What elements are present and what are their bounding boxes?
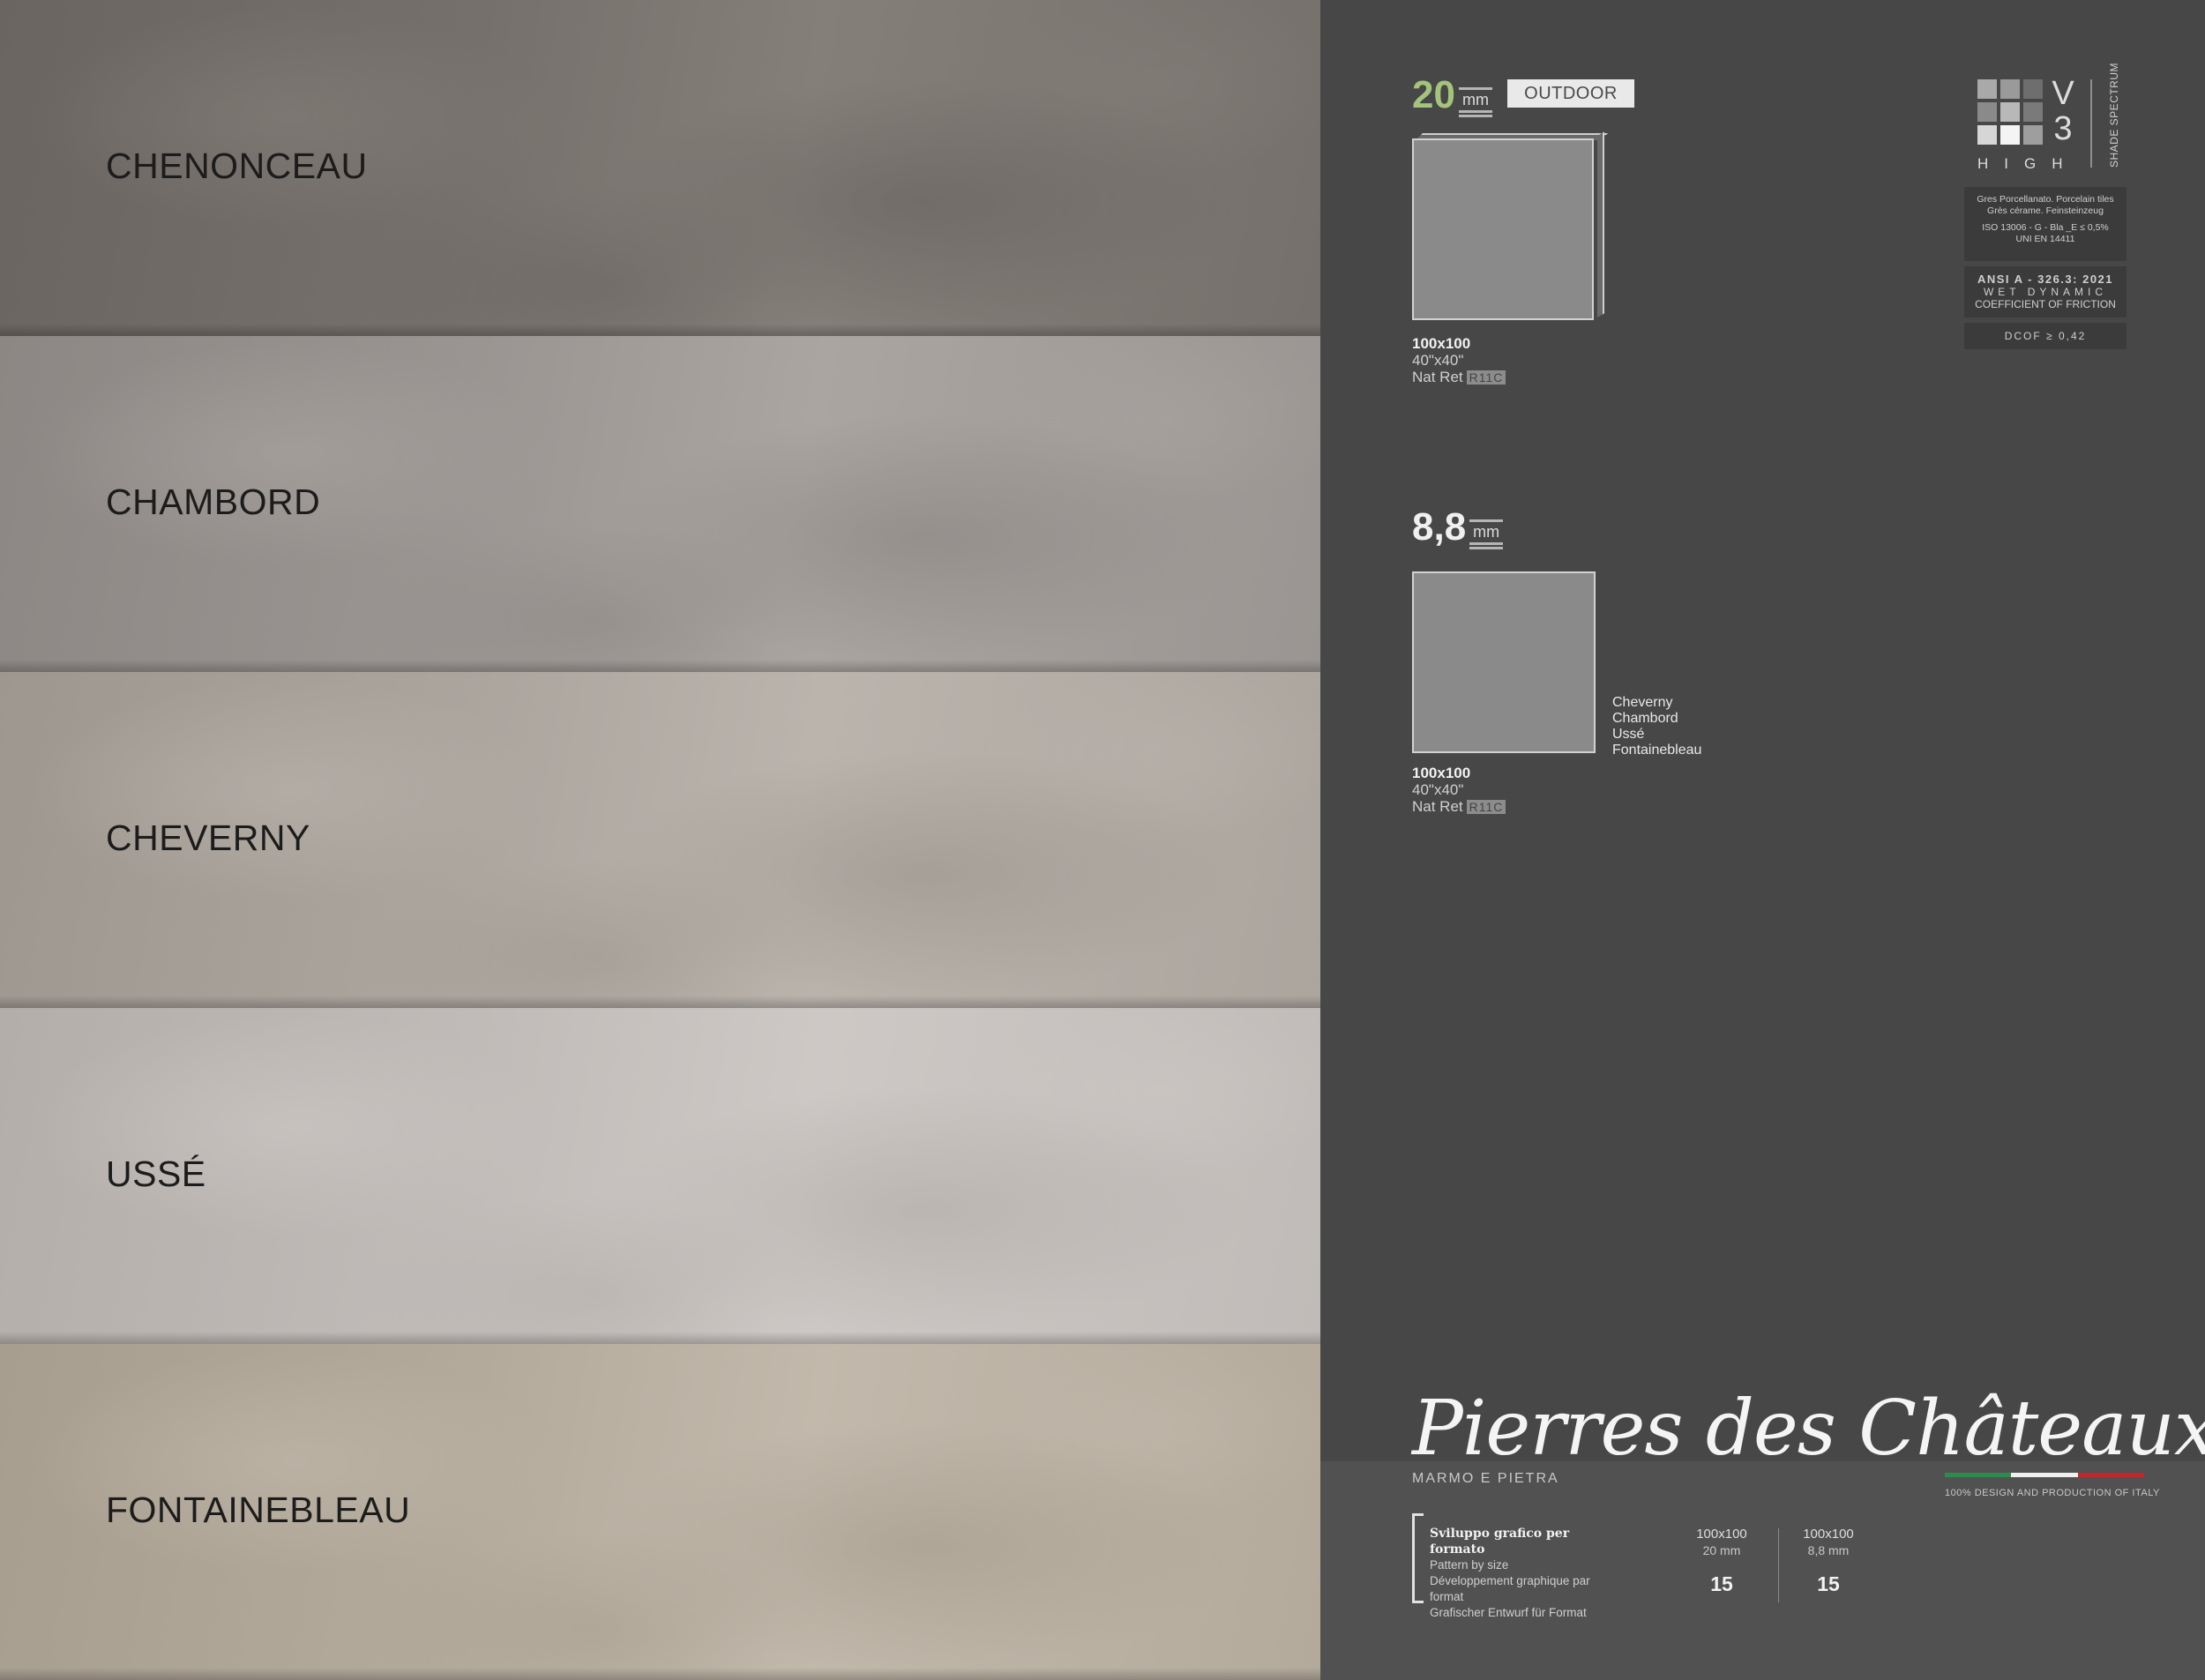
thickness-unit-icon: mm (1458, 87, 1492, 117)
pattern-thickness: 20 mm (1702, 1543, 1741, 1557)
shade-v-letter: V (2052, 75, 2074, 112)
format1-spec: 100x100 40"x40" Nat Ret R11C (1412, 335, 1506, 385)
tile-8-8mm-icon (1412, 571, 1596, 753)
thickness-unit-icon: mm (1469, 519, 1504, 549)
shade-cell (2000, 125, 2020, 145)
shade-cell (2023, 102, 2043, 122)
thickness-value: 20 (1412, 73, 1455, 116)
format2-spec: 100x100 40"x40" Nat Ret R11C (1412, 765, 1506, 815)
pattern-fr: Développement graphique par format (1430, 1574, 1590, 1603)
pattern-format-8-8mm: 100x100 8,8 mm 15 (1780, 1527, 1877, 1597)
format2-size: 100x100 (1412, 765, 1471, 781)
pattern-divider (1778, 1528, 1779, 1602)
shade-item: Chambord (1612, 711, 1678, 726)
pattern-by-size: Sviluppo grafico per formato Pattern by … (1412, 1513, 1615, 1619)
collection-subtitle: MARMO E PIETRA (1412, 1471, 1559, 1486)
format1-inches: 40"x40" (1412, 352, 1464, 369)
flag-stripe (1945, 1473, 2012, 1477)
thickness-8-8mm: 8,8 mm (1412, 505, 1504, 549)
pattern-count: 15 (1710, 1572, 1733, 1595)
pattern-en: Pattern by size (1430, 1558, 1509, 1572)
pattern-de: Grafischer Entwurf für Format (1430, 1606, 1587, 1619)
shade-variation-level: V 3 (2051, 76, 2075, 146)
pattern-format-20mm: 100x100 20 mm 15 (1673, 1527, 1770, 1597)
slip-rating-badge: R11C (1466, 800, 1506, 814)
ansi-cert: ANSI A - 326.3: 2021 WET DYNAMIC COEFFIC… (1964, 266, 2127, 317)
shade-level-number: 3 (2053, 110, 2073, 147)
shade-spectrum-label: SHADE SPECTRUM (2108, 62, 2120, 168)
pattern-title: Sviluppo grafico per formato (1430, 1527, 1570, 1557)
format1-size: 100x100 (1412, 335, 1471, 352)
cert-line: UNI EN 14411 (2015, 234, 2075, 244)
shade-cell (2000, 102, 2020, 122)
italy-flag-icon (1945, 1473, 2144, 1477)
shade-item: Fontainebleau (1612, 743, 1702, 758)
slip-rating-badge: R11C (1466, 370, 1506, 385)
shade-item: Ussé (1612, 727, 1645, 742)
swatch-cheverny[interactable]: CHEVERNY (0, 672, 1320, 1008)
thickness-value: 8,8 (1412, 505, 1467, 549)
cert-wet: WET DYNAMIC (1983, 286, 2108, 298)
swatch-fontainebleau[interactable]: FONTAINEBLEAU (0, 1344, 1320, 1680)
format1-finish: Nat Ret (1412, 369, 1463, 385)
swatch-label: CHAMBORD (106, 482, 321, 522)
swatch-label: CHEVERNY (106, 818, 310, 858)
dcof-cert: DCOF ≥ 0,42 (1964, 323, 2127, 349)
format1-finish-row: Nat Ret R11C (1412, 369, 1506, 385)
format2-inches: 40"x40" (1412, 781, 1464, 798)
tile-20mm-icon (1412, 138, 1594, 320)
cert-cof: COEFFICIENT OF FRICTION (1975, 298, 2116, 310)
collection-title: Pierres des Châteaux (1412, 1385, 2205, 1473)
outdoor-badge: OUTDOOR (1507, 79, 1634, 108)
format2-finish-row: Nat Ret R11C (1412, 798, 1506, 815)
swatch-label: FONTAINEBLEAU (106, 1490, 411, 1530)
flag-stripe (2077, 1473, 2144, 1477)
tile-3d-edge (1597, 131, 1604, 317)
pattern-thickness: 8,8 mm (1807, 1543, 1850, 1557)
shade-divider (2090, 79, 2092, 168)
shade-item: Cheverny (1612, 695, 1673, 710)
flag-stripe (2011, 1473, 2078, 1477)
cert-line: ISO 13006 - G - Bla _E ≤ 0,5% (1982, 222, 2109, 233)
made-in-italy: 100% DESIGN AND PRODUCTION OF ITALY (1945, 1488, 2160, 1498)
cert-line: Grès cérame. Feinsteinzeug (1987, 205, 2104, 216)
swatch-label: USSÉ (106, 1154, 206, 1194)
material-cert: Gres Porcellanato. Porcelain tiles Grès … (1964, 187, 2127, 261)
format2-finish: Nat Ret (1412, 798, 1463, 815)
pattern-size: 100x100 (1803, 1527, 1854, 1542)
shade-cell (2023, 125, 2043, 145)
swatch-label: CHENONCEAU (106, 146, 368, 186)
bracket-icon (1412, 1513, 1424, 1603)
shade-grid-icon (1977, 79, 2044, 146)
shade-cell (2000, 79, 2020, 99)
swatch-chambord[interactable]: CHAMBORD (0, 336, 1320, 672)
info-panel: 20 mm OUTDOOR 100x100 40"x40" Nat Ret R11… (1320, 0, 2205, 1680)
shade-cell (1977, 102, 1997, 122)
shade-cell (1977, 79, 1997, 99)
shade-high-label: HIGH (1977, 155, 2079, 172)
pattern-size: 100x100 (1696, 1527, 1747, 1542)
shade-cell (1977, 125, 1997, 145)
thickness-20mm: 20 mm (1412, 73, 1492, 117)
swatch-chenonceau[interactable]: CHENONCEAU (0, 0, 1320, 336)
swatch-column: CHENONCEAU CHAMBORD CHEVERNY USSÉ FONTAI… (0, 0, 1320, 1680)
pattern-count: 15 (1817, 1572, 1840, 1595)
shade-cell (2023, 79, 2043, 99)
cert-line: Gres Porcellanato. Porcelain tiles (1977, 194, 2114, 205)
cert-ansi: ANSI A - 326.3: 2021 (1977, 273, 2114, 286)
swatch-usse[interactable]: USSÉ (0, 1008, 1320, 1344)
format2-shade-list: Cheverny Chambord Ussé Fontainebleau (1612, 695, 1701, 758)
